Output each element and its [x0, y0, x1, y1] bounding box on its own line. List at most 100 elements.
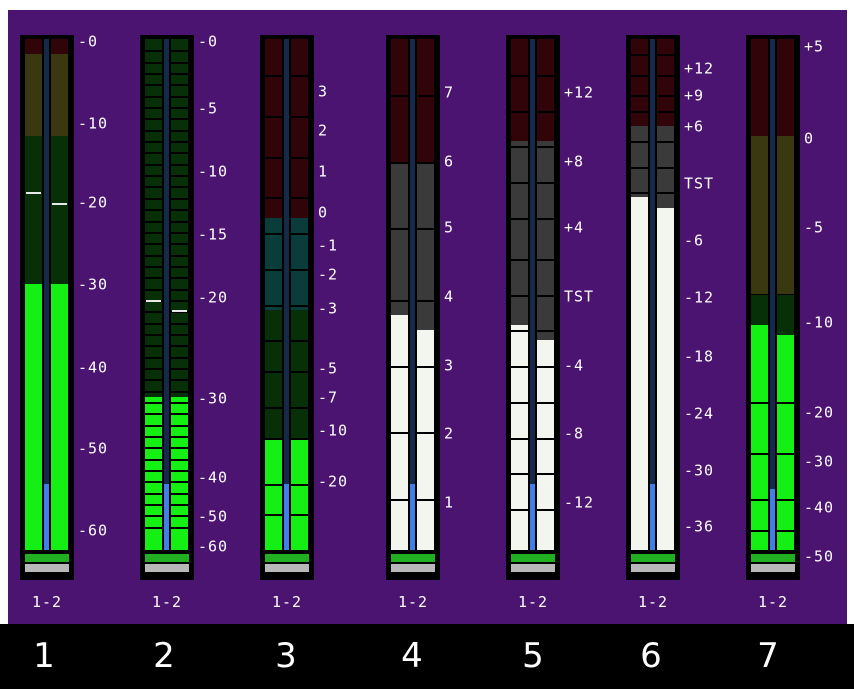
signal-indicator	[25, 554, 69, 562]
scale-label: 4	[444, 287, 455, 306]
scale-label: -40	[804, 498, 835, 517]
scale-label: -0	[198, 32, 219, 51]
segment-divider	[171, 265, 188, 268]
meter-scale-3: 3 2 1 0 -1 -2 -3 -5 -7 -10 -20	[318, 35, 398, 580]
segment-divider	[417, 299, 434, 302]
right-channel-bar	[537, 39, 554, 550]
meter-scale-1: -0 -10 -20 -30 -40 -50 -60	[78, 34, 158, 580]
track-number-6[interactable]: 6	[621, 634, 681, 678]
track-number-1[interactable]: 1	[14, 634, 74, 678]
segment-divider	[777, 452, 794, 455]
track-number-3[interactable]: 3	[256, 634, 316, 678]
right-channel-bar	[291, 39, 308, 550]
segment-divider	[171, 243, 188, 246]
segment-divider	[657, 166, 674, 169]
scale-label: +12	[684, 59, 715, 78]
segment-divider	[291, 437, 308, 440]
status-indicator	[25, 564, 69, 572]
scale-label: -6	[684, 231, 705, 250]
meter-zone	[657, 39, 674, 126]
segment-divider	[537, 437, 554, 440]
channel-label: 1-2	[151, 593, 183, 611]
track-number-2[interactable]: 2	[134, 634, 194, 678]
segment-divider	[291, 483, 308, 486]
segment-divider	[417, 432, 434, 435]
segment-divider	[171, 390, 188, 393]
scale-label: 3	[444, 356, 455, 375]
scale-label: -50	[78, 439, 109, 458]
center-peak-fill	[410, 483, 415, 550]
center-peak-fill	[284, 483, 289, 550]
scale-label: -5	[318, 359, 339, 378]
segment-divider	[171, 61, 188, 64]
scale-label: -8	[564, 424, 585, 443]
meter-zone	[25, 54, 42, 137]
scale-label: +5	[804, 37, 825, 56]
level-fill	[537, 340, 554, 550]
level-fill	[417, 330, 434, 550]
right-channel-bar	[171, 39, 188, 550]
scale-label: -4	[564, 356, 585, 375]
segment-divider	[537, 330, 554, 333]
scale-label: -40	[78, 358, 109, 377]
segment-divider	[171, 356, 188, 359]
level-fill	[657, 207, 674, 550]
center-peak-track	[284, 39, 289, 550]
scale-label: 1	[318, 162, 329, 181]
right-channel-bar	[51, 39, 68, 550]
scale-label: 0	[318, 203, 329, 222]
segment-divider	[291, 371, 308, 374]
scale-label: -50	[804, 547, 835, 566]
segment-divider	[291, 156, 308, 159]
scale-label: 2	[444, 424, 455, 443]
segment-divider	[171, 492, 188, 495]
level-fill	[25, 284, 42, 550]
channel-label: 1-2	[271, 593, 303, 611]
scale-label: -36	[684, 517, 715, 536]
segment-divider	[171, 379, 188, 382]
segment-divider	[291, 115, 308, 118]
segment-divider	[291, 304, 308, 307]
segment-divider	[171, 107, 188, 110]
center-peak-fill	[530, 483, 535, 550]
scale-label: -12	[684, 288, 715, 307]
segment-divider	[171, 345, 188, 348]
scale-label: -50	[198, 507, 229, 526]
track-number-7[interactable]: 7	[738, 634, 798, 678]
segment-divider	[537, 509, 554, 512]
meter-zone	[51, 54, 68, 137]
center-peak-track	[530, 39, 535, 550]
segment-divider	[171, 299, 188, 302]
scale-label: -10	[198, 162, 229, 181]
segment-divider	[417, 366, 434, 369]
meter-zone	[777, 39, 794, 137]
scale-label: 7	[444, 83, 455, 102]
meter-scale-6: +12 +9 +6 TST -6 -12 -18 -24 -30 -36	[684, 35, 764, 580]
meter-track-1	[20, 35, 74, 580]
meter-zone	[417, 39, 434, 162]
channel-label: 1-2	[637, 593, 669, 611]
segment-divider	[171, 526, 188, 529]
meter-scale-7: +5 0 -5 -10 -20 -30 -40 -50	[804, 35, 854, 580]
segment-divider	[171, 470, 188, 473]
meter-scale-2: -0 -5 -10 -15 -20 -30 -40 -50 -60	[198, 32, 278, 580]
center-peak-track	[164, 39, 169, 550]
track-number-4[interactable]: 4	[382, 634, 442, 678]
scale-label: -40	[198, 468, 229, 487]
segment-divider	[171, 209, 188, 212]
scale-label: +8	[564, 152, 585, 171]
segment-divider	[417, 161, 434, 164]
segment-divider	[171, 118, 188, 121]
segment-divider	[171, 367, 188, 370]
track-number-5[interactable]: 5	[503, 634, 563, 678]
scale-label: -7	[318, 388, 339, 407]
scale-label: +4	[564, 218, 585, 237]
center-peak-fill	[770, 488, 775, 550]
segment-divider	[291, 340, 308, 343]
peak-hold-marker	[52, 202, 67, 205]
scale-label: -20	[804, 403, 835, 422]
segment-divider	[171, 402, 188, 404]
segment-divider	[171, 152, 188, 155]
right-channel-bar	[777, 39, 794, 550]
segment-divider	[777, 529, 794, 532]
